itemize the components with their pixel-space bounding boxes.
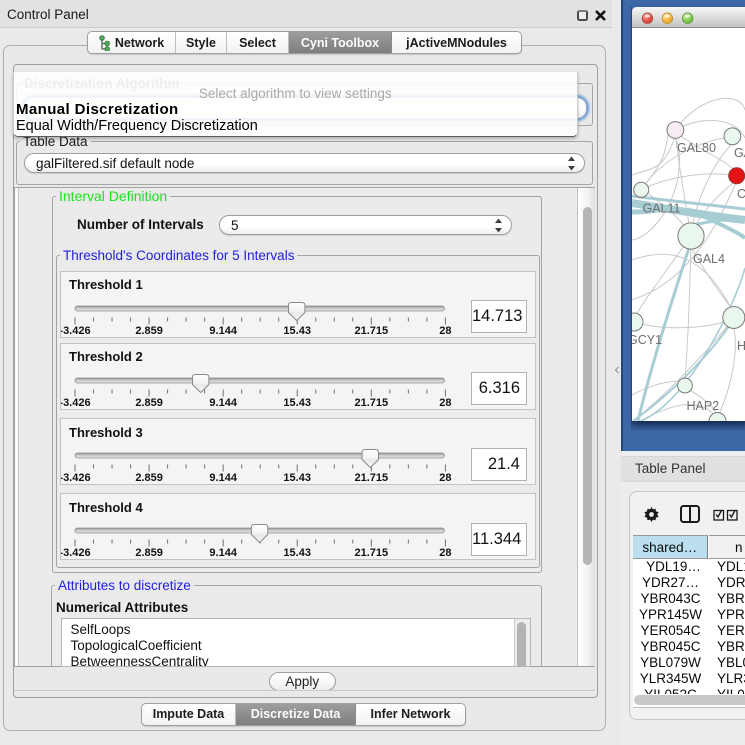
svg-text:9.144: 9.144	[209, 547, 237, 559]
svg-text:GAL4: GAL4	[693, 252, 725, 266]
svg-text:-3.426: -3.426	[61, 547, 91, 559]
svg-text:28: 28	[439, 397, 451, 409]
svg-text:-3.426: -3.426	[61, 325, 91, 337]
svg-text:9.144: 9.144	[209, 397, 237, 409]
svg-text:HAP2: HAP2	[687, 399, 720, 413]
svg-text:9.144: 9.144	[209, 325, 237, 337]
svg-text:21.715: 21.715	[354, 547, 388, 559]
svg-text:GCY1: GCY1	[632, 333, 662, 347]
svg-text:2.859: 2.859	[135, 547, 163, 559]
svg-text:15.43: 15.43	[283, 325, 311, 337]
svg-text:28: 28	[439, 325, 451, 337]
svg-text:9.144: 9.144	[209, 472, 237, 484]
svg-text:GAL11: GAL11	[643, 202, 681, 216]
svg-text:GA: GA	[734, 146, 745, 160]
svg-text:GAL80: GAL80	[677, 141, 716, 155]
svg-text:-3.426: -3.426	[61, 397, 91, 409]
svg-text:21.715: 21.715	[354, 472, 388, 484]
svg-text:15.43: 15.43	[283, 547, 311, 559]
svg-text:-3.426: -3.426	[61, 472, 91, 484]
svg-text:21.715: 21.715	[354, 325, 388, 337]
svg-text:28: 28	[439, 472, 451, 484]
svg-text:H: H	[737, 339, 745, 353]
svg-text:2.859: 2.859	[135, 397, 163, 409]
svg-text:15.43: 15.43	[283, 472, 311, 484]
svg-text:C: C	[737, 187, 745, 201]
svg-text:15.43: 15.43	[283, 397, 311, 409]
svg-text:21.715: 21.715	[354, 397, 388, 409]
svg-text:2.859: 2.859	[135, 472, 163, 484]
svg-text:28: 28	[439, 547, 451, 559]
svg-text:2.859: 2.859	[135, 325, 163, 337]
